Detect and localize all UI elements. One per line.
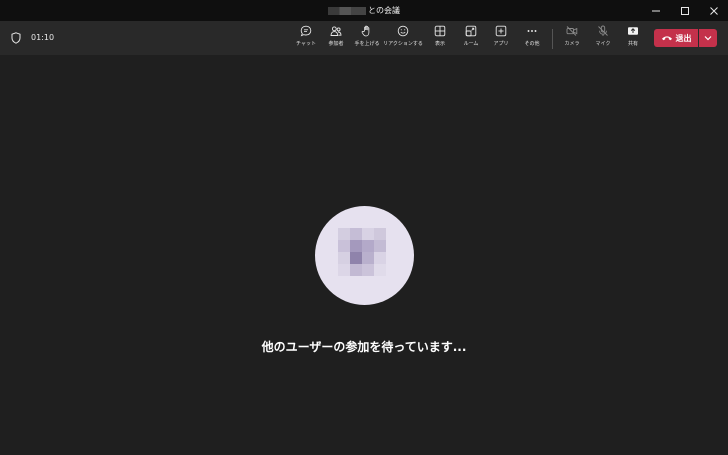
view-grid-icon [434,25,446,37]
maximize-button[interactable] [670,0,699,21]
meeting-stage: 他のユーザーの参加を待っています... [0,55,728,455]
title-bar: との会議 [0,0,728,21]
mic-off-icon [598,25,608,36]
redacted-name [328,6,367,15]
minimize-button[interactable] [641,0,670,21]
raise-hand-icon [361,25,370,37]
share-icon [628,27,638,35]
share-label: 共有 [627,41,638,47]
avatar [315,206,414,305]
camera-button[interactable]: カメラ [556,25,588,53]
leave-button[interactable]: 退出 [654,29,698,47]
window-title: との会議 [0,0,728,21]
toolbar-divider [552,29,553,49]
participants-button[interactable]: 参加者 [320,25,352,53]
rooms-label: ルーム [463,41,479,47]
reactions-label: リアクションする [383,41,423,47]
mic-button[interactable]: マイク [587,25,619,53]
camera-off-icon [566,26,578,36]
close-button[interactable] [699,0,728,21]
apps-button[interactable]: アプリ [485,25,517,53]
close-icon [709,6,718,15]
leave-label: 退出 [675,33,692,43]
phone-hangup-icon [661,36,672,41]
reaction-icon [397,25,409,37]
chat-button[interactable]: チャット [290,25,322,53]
rooms-button[interactable]: ルーム [455,25,487,53]
people-icon [330,26,342,36]
leave-options-button[interactable] [699,29,717,47]
shield-icon[interactable] [11,32,21,44]
window-controls [641,0,728,21]
chat-label: チャット [296,41,316,47]
participants-label: 参加者 [328,41,344,47]
more-button[interactable]: その他 [516,25,548,53]
waiting-message: 他のユーザーの参加を待っています... [261,340,467,354]
share-button[interactable]: 共有 [617,25,649,53]
apps-label: アプリ [493,41,509,47]
chevron-down-icon [704,36,712,41]
window-title-text: との会議 [368,6,400,15]
meeting-toolbar: 01:10 チャット 参加者 手を上げる リアクションする 表示 ルーム アプリ… [0,21,728,55]
meeting-timer: 01:10 [31,33,55,42]
rooms-icon [465,25,477,37]
apps-icon [495,25,507,37]
maximize-icon [680,6,689,15]
more-label: その他 [524,41,540,47]
minimize-icon [651,10,660,11]
view-label: 表示 [434,41,445,47]
more-icon [527,30,537,32]
raise-hand-button[interactable]: 手を上げる [351,25,383,53]
chat-icon [300,25,312,37]
mic-label: マイク [595,41,611,47]
raise-hand-label: 手を上げる [354,41,380,47]
camera-label: カメラ [564,41,580,47]
reactions-button[interactable]: リアクションする [383,25,423,53]
view-button[interactable]: 表示 [424,25,456,53]
